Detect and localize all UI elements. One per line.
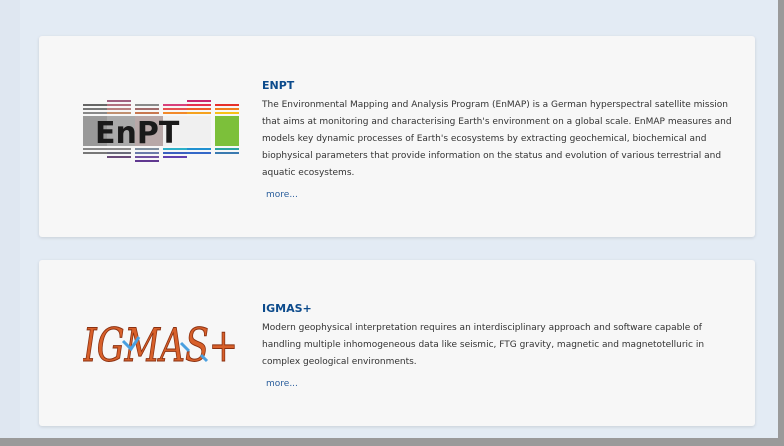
enpt-logo[interactable]: EnPT [83,100,243,164]
card-description: The Environmental Mapping and Analysis P… [262,100,732,178]
more-link[interactable]: more... [266,190,298,200]
enpt-logo-text: EnPT [95,116,180,151]
igmas-logo-text: IGMAS+ [83,318,238,371]
card-description: Modern geophysical interpretation requir… [262,323,705,367]
page-margin [0,0,20,438]
project-card-enpt: EnPT ENPT The Environmental Mapping and … [39,36,755,237]
card-title: IGMAS+ [262,302,312,315]
page-background: EnPT ENPT The Environmental Mapping and … [0,0,778,438]
more-link[interactable]: more... [266,379,298,389]
igmas-logo[interactable]: IGMAS+ [83,311,243,372]
card-title: ENPT [262,79,295,92]
card-content: ENPT The Environmental Mapping and Analy… [262,79,735,201]
card-content: IGMAS+ Modern geophysical interpretation… [262,302,735,390]
project-card-igmas: IGMAS+ IGMAS+ Modern geophysical interpr… [39,260,755,426]
